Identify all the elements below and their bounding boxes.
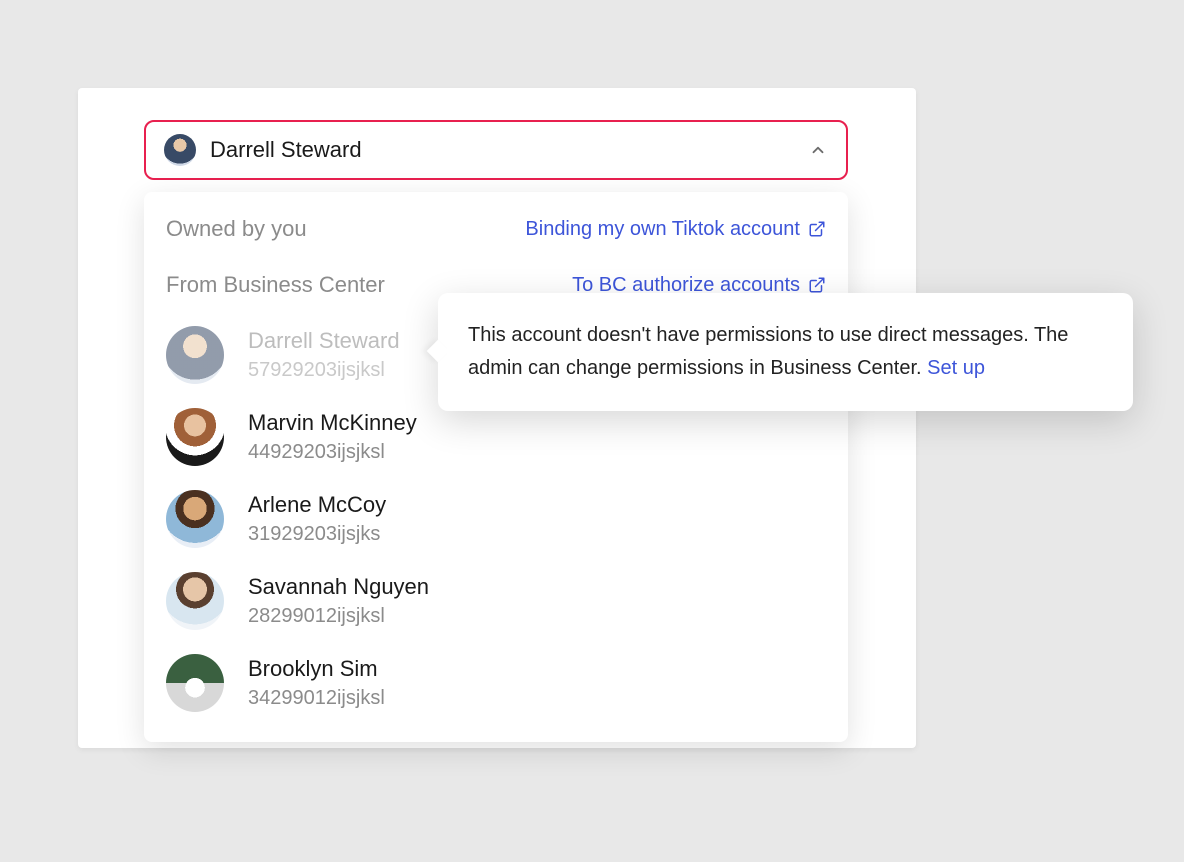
permission-tooltip: This account doesn't have permissions to… — [438, 293, 1133, 411]
avatar — [166, 654, 224, 712]
from-business-center-label: From Business Center — [166, 272, 385, 298]
account-name: Arlene McCoy — [248, 492, 386, 518]
avatar — [166, 408, 224, 466]
section-owned: Owned by you Binding my own Tiktok accou… — [144, 208, 848, 250]
account-name: Marvin McKinney — [248, 410, 417, 436]
avatar — [166, 326, 224, 384]
account-id: 31929203ijsjks — [248, 523, 386, 546]
selected-avatar — [164, 134, 196, 166]
external-link-icon — [808, 276, 826, 294]
account-name: Savannah Nguyen — [248, 574, 429, 600]
bind-own-tiktok-link-text: Binding my own Tiktok account — [525, 218, 800, 241]
account-name: Darrell Steward — [248, 328, 400, 354]
account-text: Savannah Nguyen 28299012ijsjksl — [248, 574, 429, 627]
owned-by-you-label: Owned by you — [166, 216, 307, 242]
account-text: Brooklyn Sim 34299012ijsjksl — [248, 656, 385, 709]
bind-own-tiktok-link[interactable]: Binding my own Tiktok account — [525, 218, 826, 241]
account-item[interactable]: Savannah Nguyen 28299012ijsjksl — [144, 560, 848, 642]
tooltip-setup-link[interactable]: Set up — [927, 357, 985, 379]
account-select-trigger[interactable]: Darrell Steward — [144, 120, 848, 180]
account-dropdown: Owned by you Binding my own Tiktok accou… — [144, 192, 848, 742]
avatar — [166, 572, 224, 630]
account-text: Darrell Steward 57929203ijsjksl — [248, 328, 400, 381]
account-text: Arlene McCoy 31929203ijsjks — [248, 492, 386, 545]
account-id: 34299012ijsjksl — [248, 687, 385, 710]
account-text: Marvin McKinney 44929203ijsjksl — [248, 410, 417, 463]
account-id: 44929203ijsjksl — [248, 441, 417, 464]
avatar — [166, 490, 224, 548]
account-item[interactable]: Brooklyn Sim 34299012ijsjksl — [144, 642, 848, 724]
account-name: Brooklyn Sim — [248, 656, 385, 682]
account-item[interactable]: Arlene McCoy 31929203ijsjks — [144, 478, 848, 560]
account-id: 28299012ijsjksl — [248, 605, 429, 628]
account-id: 57929203ijsjksl — [248, 359, 400, 382]
external-link-icon — [808, 220, 826, 238]
chevron-up-icon — [808, 140, 828, 160]
selected-account-name: Darrell Steward — [210, 137, 808, 163]
